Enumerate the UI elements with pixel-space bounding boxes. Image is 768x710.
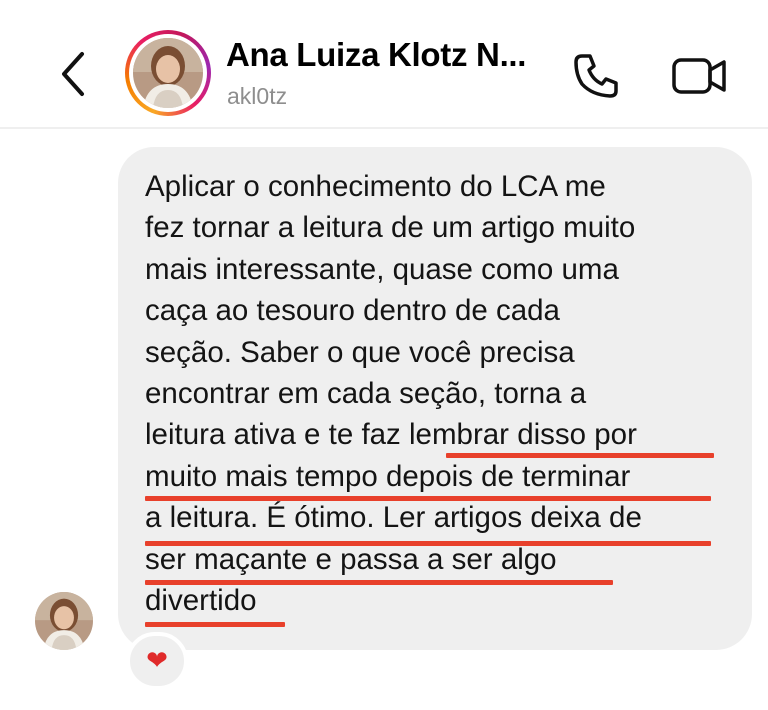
video-call-button[interactable]: [668, 48, 732, 104]
message-text: Aplicar o conhecimento do LCA me fez tor…: [145, 166, 745, 621]
highlight-underline: [145, 496, 711, 501]
avatar-photo: [133, 38, 203, 108]
red-heart-icon: ❤: [146, 646, 168, 676]
message-line: fez tornar a leitura de um artigo muito: [145, 211, 636, 245]
chevron-left-icon: [62, 52, 84, 96]
phone-icon: [574, 54, 618, 98]
video-camera-icon: [672, 58, 726, 94]
message-line: leitura ativa e te faz lembrar disso por: [145, 418, 637, 452]
message-line: a leitura. É ótimo. Ler artigos deixa de: [145, 501, 642, 535]
contact-name[interactable]: Ana Luiza Klotz N...: [226, 36, 526, 74]
highlight-underline: [145, 622, 285, 627]
contact-handle: akl0tz: [227, 83, 288, 109]
contact-avatar[interactable]: [125, 30, 211, 116]
message-line: muito mais tempo depois de terminar: [145, 459, 631, 493]
heart-reaction[interactable]: ❤: [126, 632, 188, 690]
highlight-underline: [145, 580, 613, 585]
chat-header: Ana Luiza Klotz N... akl0tz: [0, 0, 768, 129]
message-line: seção. Saber o que você precisa: [145, 335, 575, 369]
back-button[interactable]: [52, 46, 96, 102]
sender-avatar[interactable]: [35, 592, 93, 650]
highlight-underline: [145, 541, 711, 546]
message-line: divertido: [145, 583, 257, 617]
message-line: encontrar em cada seção, torna a: [145, 376, 587, 410]
highlight-underline: [446, 453, 714, 458]
message-line: mais interessante, quase como uma: [145, 252, 619, 286]
voice-call-button[interactable]: [568, 48, 624, 104]
message-line: caça ao tesouro dentro de cada: [145, 294, 560, 328]
message-line: Aplicar o conhecimento do LCA me: [145, 170, 606, 203]
